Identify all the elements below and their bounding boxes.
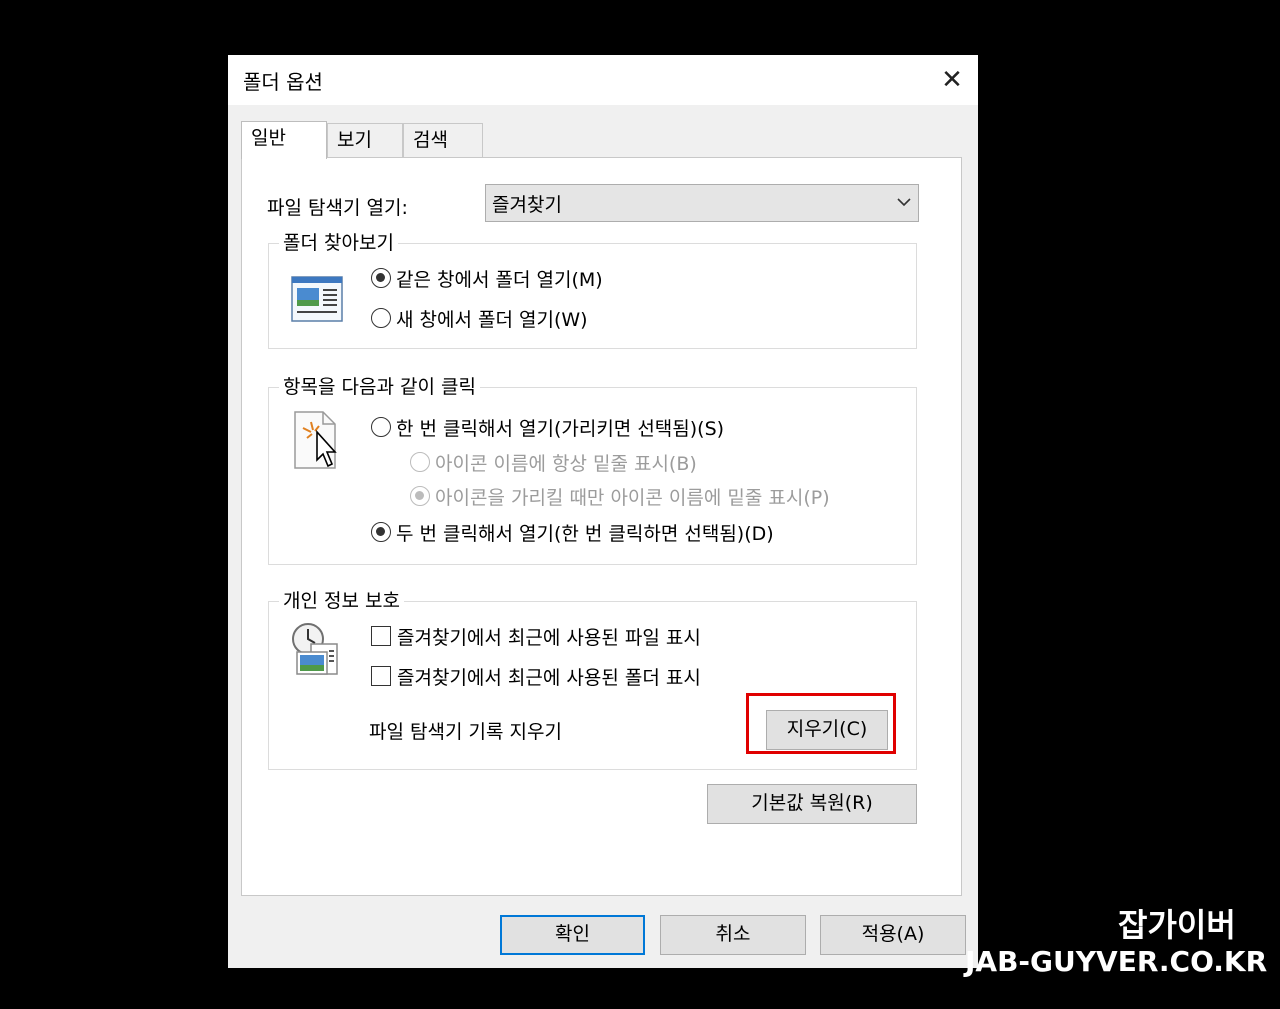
watermark-url: JAB-GUYVER.CO.KR bbox=[965, 945, 1268, 978]
title-bar: 폴더 옵션 ✕ bbox=[228, 55, 978, 105]
radio-double-click[interactable] bbox=[371, 522, 391, 542]
cancel-button[interactable]: 취소 bbox=[660, 915, 806, 955]
watermark-title: 잡가이버 bbox=[1118, 906, 1236, 944]
privacy-group: 개인 정보 보호 즐겨찾기에서 최근에 사용된 파일 표시 즐겨찾기에서 최근에… bbox=[268, 586, 917, 770]
checkbox-frequent-folders[interactable] bbox=[371, 666, 391, 686]
clear-history-label: 파일 탐색기 기록 지우기 bbox=[369, 721, 562, 743]
tab-search[interactable]: 검색 bbox=[403, 123, 483, 157]
tab-view[interactable]: 보기 bbox=[327, 123, 403, 157]
radio-new-window[interactable] bbox=[371, 308, 391, 328]
close-icon[interactable]: ✕ bbox=[934, 65, 970, 95]
open-explorer-label: 파일 탐색기 열기: bbox=[267, 197, 408, 219]
recent-files-clock-icon bbox=[292, 623, 338, 675]
double-click-label: 두 번 클릭해서 열기(한 번 클릭하면 선택됨)(D) bbox=[396, 523, 774, 545]
click-cursor-icon bbox=[294, 411, 337, 469]
chevron-down-icon bbox=[897, 198, 911, 207]
browse-folders-group: 폴더 찾아보기 같은 창에서 폴더 열기(M) 새 창에서 폴더 열기(W) bbox=[268, 228, 917, 349]
single-click-label: 한 번 클릭해서 열기(가리키면 선택됨)(S) bbox=[396, 418, 725, 440]
frequent-folders-label: 즐겨찾기에서 최근에 사용된 폴더 표시 bbox=[397, 667, 701, 689]
highlight-box bbox=[746, 693, 896, 754]
apply-button[interactable]: 적용(A) bbox=[820, 915, 966, 955]
restore-defaults-button[interactable]: 기본값 복원(R) bbox=[707, 784, 917, 824]
general-tab-panel: 파일 탐색기 열기: 즐겨찾기 폴더 찾아보기 같은 창에서 폴더 열기(M) bbox=[241, 157, 962, 896]
browse-folders-legend: 폴더 찾아보기 bbox=[279, 228, 398, 255]
same-window-label: 같은 창에서 폴더 열기(M) bbox=[396, 269, 603, 291]
click-items-group: 항목을 다음과 같이 클릭 한 번 클릭해서 열기(가리키면 선택됨)(S) 아… bbox=[268, 372, 917, 565]
underline-always-label: 아이콘 이름에 항상 밑줄 표시(B) bbox=[435, 453, 697, 475]
open-explorer-dropdown[interactable]: 즐겨찾기 bbox=[485, 184, 919, 222]
click-items-legend: 항목을 다음과 같이 클릭 bbox=[279, 372, 480, 399]
new-window-label: 새 창에서 폴더 열기(W) bbox=[396, 309, 588, 331]
underline-hover-label: 아이콘을 가리킬 때만 아이콘 이름에 밑줄 표시(P) bbox=[435, 487, 830, 509]
ok-button[interactable]: 확인 bbox=[500, 915, 645, 955]
radio-single-click[interactable] bbox=[371, 417, 391, 437]
window-layout-icon bbox=[291, 276, 343, 322]
radio-same-window[interactable] bbox=[371, 268, 391, 288]
privacy-legend: 개인 정보 보호 bbox=[279, 586, 404, 613]
radio-underline-always[interactable] bbox=[410, 452, 430, 472]
radio-underline-hover[interactable] bbox=[410, 486, 430, 506]
open-explorer-value: 즐겨찾기 bbox=[492, 194, 562, 216]
recent-files-label: 즐겨찾기에서 최근에 사용된 파일 표시 bbox=[397, 627, 701, 649]
checkbox-recent-files[interactable] bbox=[371, 626, 391, 646]
dialog-title: 폴더 옵션 bbox=[243, 70, 323, 94]
tab-general[interactable]: 일반 bbox=[241, 121, 327, 159]
folder-options-dialog: 폴더 옵션 ✕ 일반 보기 검색 파일 탐색기 열기: 즐겨찾기 폴더 찾아보기 bbox=[228, 55, 978, 968]
